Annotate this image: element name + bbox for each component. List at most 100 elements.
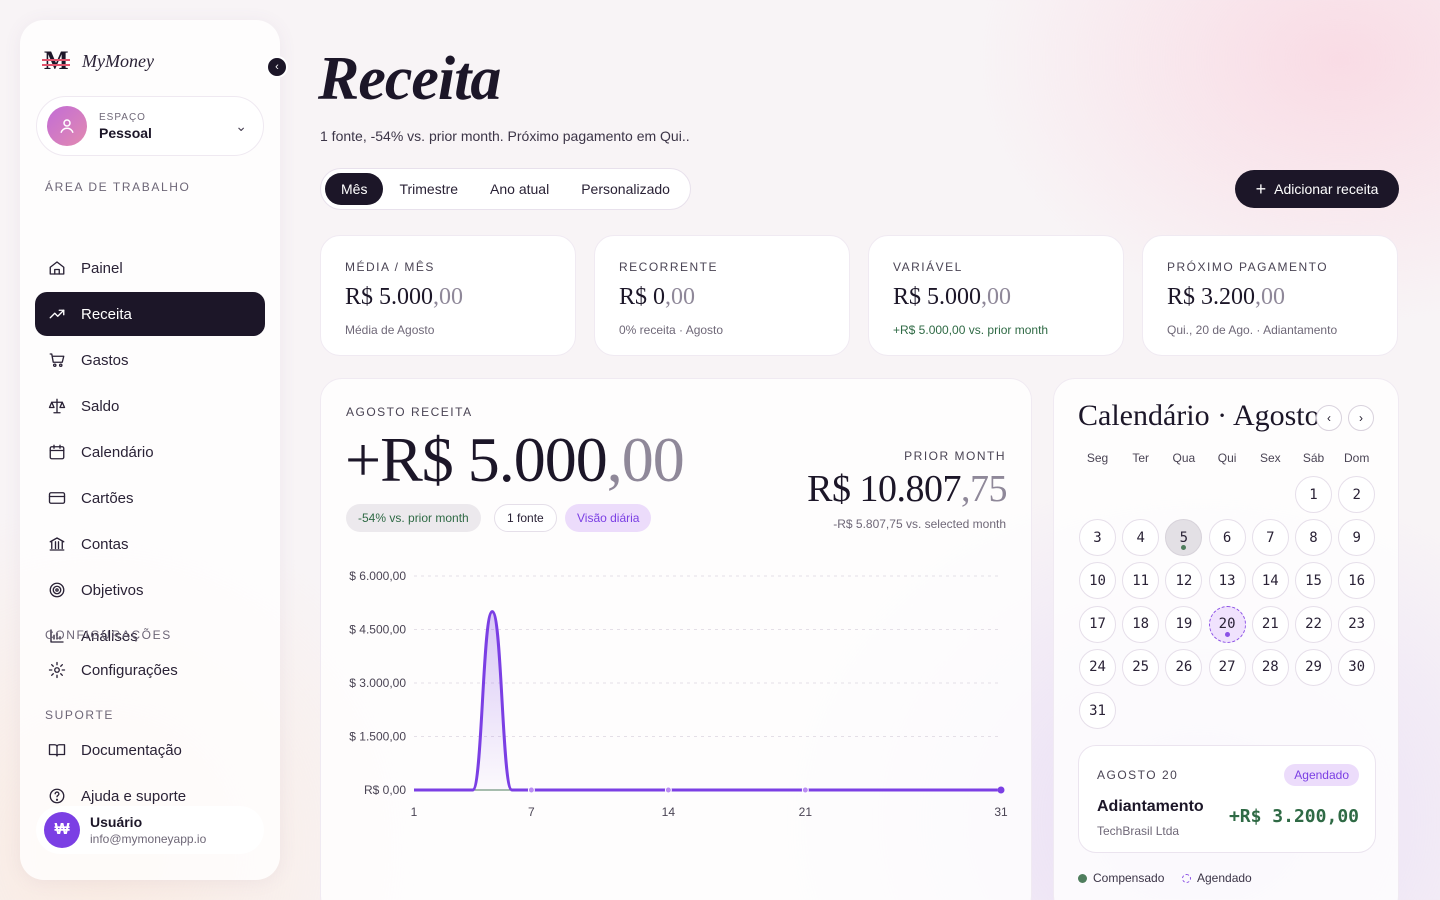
calendar-day[interactable]: 5 [1165, 519, 1203, 557]
calendar-day[interactable]: 15 [1295, 562, 1332, 600]
calendar-next-button[interactable]: › [1348, 405, 1374, 431]
period-month[interactable]: Mês [325, 173, 384, 205]
user-name: Usuário [90, 814, 143, 830]
period-quarter[interactable]: Trimestre [383, 173, 474, 205]
calendar-day[interactable]: 28 [1251, 648, 1289, 686]
sidebar-item-cartoes[interactable]: Cartões [35, 476, 265, 520]
space-name: Pessoal [99, 124, 152, 141]
calendar-day[interactable]: 29 [1295, 648, 1332, 686]
calendar-day[interactable]: 6 [1208, 519, 1246, 557]
brand[interactable]: M MyMoney [42, 46, 154, 76]
legend-scheduled: Agendado [1182, 871, 1252, 885]
event-name: Adiantamento [1097, 798, 1204, 815]
sidebar-item-label: Contas [81, 535, 129, 553]
scheduled-dot-icon [1182, 873, 1191, 883]
calendar-day[interactable]: 9 [1338, 519, 1376, 557]
period-year[interactable]: Ano atual [474, 173, 565, 205]
sidebar: M MyMoney ‹ ESPAÇO Pessoal ⌄ ÁREA DE TRA… [20, 20, 288, 880]
sidebar-item-label: Painel [81, 259, 123, 277]
period-custom[interactable]: Personalizado [565, 173, 686, 205]
sidebar-item-label: Receita [81, 305, 132, 323]
sidebar-item-contas[interactable]: Contas [35, 522, 265, 566]
calendar-day[interactable]: 31 [1079, 692, 1116, 729]
event-card[interactable]: AGOSTO 20 Agendado Adiantamento TechBras… [1078, 745, 1376, 853]
collapse-sidebar-button[interactable]: ‹ [266, 56, 288, 78]
sidebar-item-calendario[interactable]: Calendário [35, 430, 265, 474]
help-icon [47, 787, 67, 805]
gear-icon [47, 661, 67, 679]
sidebar-item-receita[interactable]: Receita [35, 292, 265, 336]
calendar-day[interactable]: 16 [1338, 562, 1376, 600]
user-profile[interactable]: ₩ Usuário info@mymoneyapp.io [36, 806, 264, 854]
home-icon [47, 259, 67, 277]
stat-label: MÉDIA / MÊS [345, 260, 435, 274]
data-point [527, 786, 535, 794]
data-point [664, 786, 672, 794]
calendar-day[interactable]: 7 [1251, 519, 1289, 557]
calendar-day[interactable]: 27 [1208, 648, 1246, 686]
weekday-label: Dom [1344, 451, 1370, 465]
stat-card-average: MÉDIA / MÊS R$ 5.000,00 Média de Agosto [320, 235, 576, 356]
stat-value: R$ 0,00 [619, 284, 696, 310]
chevron-right-icon: › [1359, 411, 1363, 425]
calendar-day[interactable]: 18 [1122, 605, 1160, 643]
calendar-day[interactable]: 4 [1122, 519, 1160, 557]
calendar-day[interactable]: 11 [1122, 562, 1160, 600]
x-tick-label: 1 [411, 805, 418, 819]
calendar-day[interactable]: 21 [1251, 605, 1289, 643]
sidebar-item-documentacao[interactable]: Documentação [35, 728, 265, 772]
page-title: Receita [318, 45, 501, 113]
sidebar-item-saldo[interactable]: Saldo [35, 384, 265, 428]
add-income-button[interactable]: + Adicionar receita [1235, 170, 1399, 208]
sidebar-item-label: Gastos [81, 351, 129, 369]
calendar-day[interactable]: 26 [1165, 648, 1203, 686]
x-tick-label: 31 [994, 805, 1008, 819]
space-switcher[interactable]: ESPAÇO Pessoal ⌄ [36, 96, 264, 156]
calendar-day[interactable]: 1 [1295, 476, 1332, 513]
calendar-prev-button[interactable]: ‹ [1316, 405, 1342, 431]
sidebar-item-gastos[interactable]: Gastos [35, 338, 265, 382]
calendar-day[interactable]: 2 [1338, 476, 1376, 513]
section-label-support: SUPORTE [45, 708, 114, 722]
sidebar-item-label: Calendário [81, 443, 154, 461]
calendar-day[interactable]: 10 [1079, 562, 1116, 600]
y-tick-label: R$ 0,00 [364, 783, 406, 797]
target-icon [47, 581, 67, 599]
card-icon [47, 489, 67, 507]
x-tick-label: 21 [799, 805, 813, 819]
sidebar-item-objetivos[interactable]: Objetivos [35, 568, 265, 612]
calendar-day[interactable]: 20 [1208, 605, 1246, 643]
event-amount: +R$ 3.200,00 [1228, 806, 1359, 827]
stat-sub: Média de Agosto [345, 323, 435, 337]
stat-card-variable: VARIÁVEL R$ 5.000,00 +R$ 5.000,00 vs. pr… [868, 235, 1124, 356]
calendar-day[interactable]: 25 [1122, 648, 1160, 686]
page-subtitle: 1 fonte, -54% vs. prior month. Próximo p… [320, 128, 690, 144]
sidebar-item-configuracoes[interactable]: Configurações [35, 648, 265, 692]
month-total: +R$ 5.000,00 [345, 424, 685, 495]
event-dot [1181, 545, 1187, 551]
calendar-day[interactable]: 12 [1165, 562, 1203, 600]
calendar-day[interactable]: 13 [1208, 562, 1246, 600]
user-icon [47, 106, 87, 146]
calendar-day[interactable]: 19 [1165, 605, 1203, 643]
calendar-day[interactable]: 30 [1338, 648, 1376, 686]
stat-label: PRÓXIMO PAGAMENTO [1167, 260, 1329, 274]
daily-view-pill[interactable]: Visão diária [565, 504, 652, 532]
stat-card-recurring: RECORRENTE R$ 0,00 0% receita · Agosto [594, 235, 850, 356]
calendar-day[interactable]: 24 [1079, 648, 1116, 686]
calendar-panel: Calendário · Agosto ‹ › AGOSTO 20 Agenda… [1053, 378, 1399, 900]
plus-icon: + [1255, 179, 1267, 199]
calendar-day[interactable]: 14 [1251, 562, 1289, 600]
sources-pill[interactable]: 1 fonte [494, 504, 557, 532]
calendar-day[interactable]: 8 [1295, 519, 1332, 557]
calendar-day[interactable]: 22 [1295, 605, 1332, 643]
sidebar-item-painel[interactable]: Painel [35, 246, 265, 290]
calendar-day[interactable]: 17 [1079, 605, 1116, 643]
y-tick-label: $ 1.500,00 [349, 730, 406, 744]
calendar-day[interactable]: 3 [1079, 519, 1116, 557]
stat-value: R$ 5.000,00 [345, 284, 464, 310]
data-point [997, 786, 1005, 794]
calendar-day[interactable]: 23 [1338, 605, 1376, 643]
sidebar-item-label: Cartões [81, 489, 134, 507]
weekday-label: Sáb [1302, 451, 1325, 465]
